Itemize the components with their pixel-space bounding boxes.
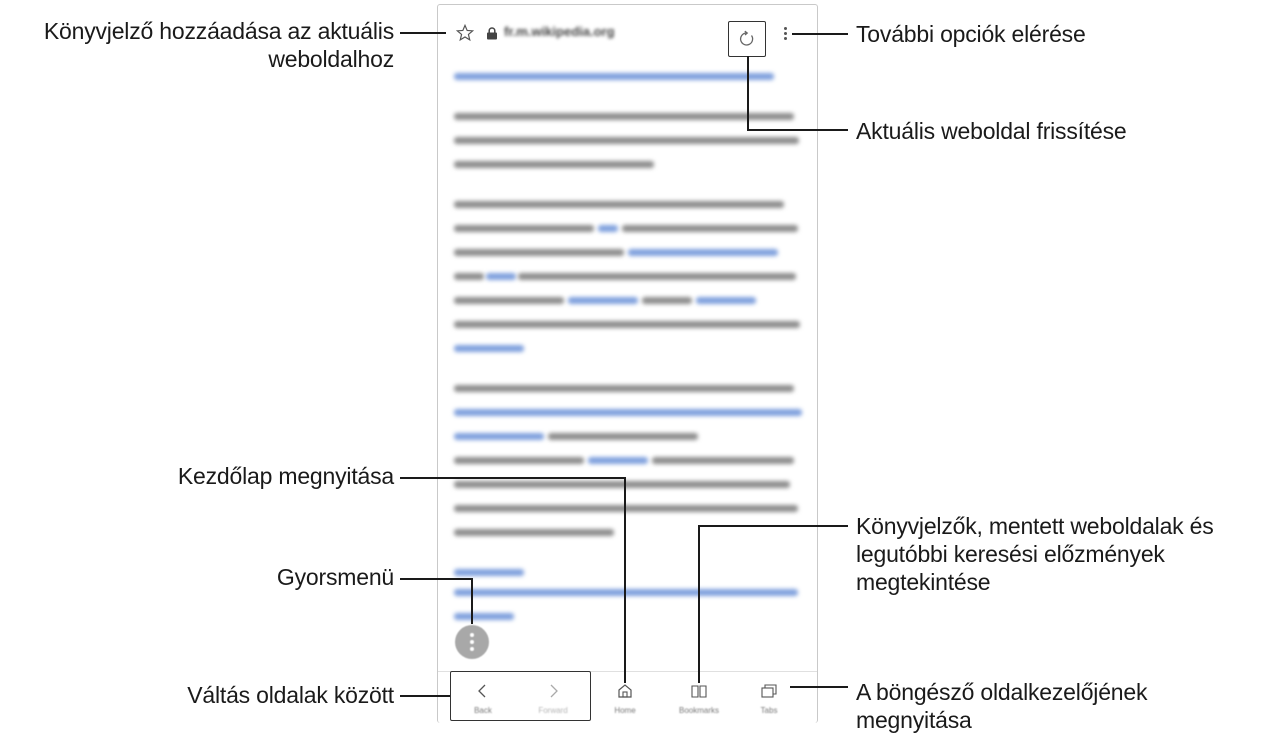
- callout-tab-manager-line2: megnyitása: [856, 707, 972, 733]
- blurred-link-line: [628, 249, 778, 256]
- callout-bookmark-add-line2: weboldalhoz: [268, 46, 394, 72]
- blurred-link-line: [696, 297, 756, 304]
- tabs-icon: [761, 684, 777, 698]
- refresh-icon: [740, 30, 754, 46]
- leader-line-switch-pages: [400, 695, 450, 697]
- callout-bookmarks: Könyvjelzők, mentett weboldalak és legut…: [856, 512, 1214, 596]
- callout-bookmarks-line3: megtekintése: [856, 569, 991, 595]
- blurred-text-line: [454, 249, 624, 256]
- url-text[interactable]: fr.m.wikipedia.org: [504, 24, 615, 39]
- blurred-link-line: [454, 433, 544, 440]
- blurred-text-line: [518, 273, 796, 280]
- blurred-text-line: [454, 297, 564, 304]
- callout-bookmarks-line1: Könyvjelzők, mentett weboldalak és: [856, 513, 1214, 539]
- blurred-link-line: [454, 345, 524, 352]
- leader-line-bookmark-add: [400, 32, 446, 34]
- browser-screen: fr.m.wikipedia.org Back Forward Home Boo…: [437, 4, 818, 723]
- blurred-text-line: [454, 529, 614, 536]
- bookmarks-icon: [691, 685, 707, 698]
- blurred-text-line: [454, 321, 800, 328]
- star-bookmark-icon[interactable]: [456, 24, 474, 42]
- leader-line-tab-manager: [790, 686, 848, 688]
- leader-line-bookmarks-vertical: [698, 525, 700, 683]
- callout-switch-pages: Váltás oldalak között: [187, 682, 394, 708]
- back-forward-highlight: [450, 671, 591, 721]
- bookmarks-label: Bookmarks: [678, 706, 719, 715]
- blurred-text-line: [454, 161, 654, 168]
- blurred-link-line: [454, 613, 514, 620]
- lock-icon: [487, 27, 497, 40]
- leader-line-home-vertical: [624, 477, 626, 683]
- callout-home: Kezdőlap megnyitása: [177, 463, 394, 489]
- blurred-text-line: [454, 273, 484, 280]
- callout-quick-menu: Gyorsmenü: [276, 564, 394, 590]
- blurred-link-line: [454, 569, 524, 576]
- callout-bookmark-add-line1: Könyvjelző hozzáadása az aktuális: [43, 18, 394, 44]
- blurred-link-line: [588, 457, 648, 464]
- leader-line-more-options: [792, 33, 848, 35]
- blurred-link-line: [486, 273, 516, 280]
- leader-line-refresh-vertical: [747, 56, 749, 130]
- more-options-icon[interactable]: [780, 25, 790, 45]
- blurred-text-line: [454, 505, 798, 512]
- blurred-text-line: [454, 481, 790, 488]
- blurred-text-line: [548, 433, 698, 440]
- tabs-button[interactable]: Tabs: [734, 672, 804, 723]
- home-icon: [618, 684, 632, 698]
- blurred-text-line: [454, 385, 794, 392]
- blurred-link-line: [568, 297, 638, 304]
- blurred-text-line: [454, 137, 799, 144]
- blurred-text-line: [622, 225, 798, 232]
- blurred-link-line: [454, 589, 798, 596]
- quick-menu-button[interactable]: [455, 625, 489, 659]
- leader-line-bookmarks-horizontal: [698, 525, 848, 527]
- callout-tab-manager-line1: A böngésző oldalkezelőjének: [856, 679, 1148, 705]
- leader-line-refresh-horizontal: [747, 129, 848, 131]
- callout-more-options: További opciók elérése: [856, 21, 1086, 47]
- blurred-text-line: [642, 297, 692, 304]
- callout-bookmark-add: Könyvjelző hozzáadása az aktuális webold…: [44, 17, 394, 73]
- blurred-text-line: [454, 225, 594, 232]
- blurred-text-line: [652, 457, 794, 464]
- leader-line-quick-menu-vertical: [471, 578, 473, 624]
- tabs-label: Tabs: [760, 706, 778, 715]
- blurred-link-line: [598, 225, 618, 232]
- refresh-button[interactable]: [728, 21, 766, 57]
- leader-line-home-horizontal: [400, 477, 625, 479]
- blurred-link-line: [454, 409, 802, 416]
- page-content-blurred: [452, 63, 804, 663]
- callout-tab-manager: A böngésző oldalkezelőjének megnyitása: [856, 678, 1147, 734]
- blurred-text-line: [454, 113, 794, 120]
- callout-refresh: Aktuális weboldal frissítése: [856, 118, 1127, 144]
- address-bar: fr.m.wikipedia.org: [438, 5, 817, 61]
- blurred-text-line: [454, 457, 584, 464]
- leader-line-quick-menu-horizontal: [400, 578, 472, 580]
- home-label: Home: [614, 706, 636, 715]
- blurred-text-line: [454, 201, 784, 208]
- blurred-link-line: [454, 73, 774, 80]
- callout-bookmarks-line2: legutóbbi keresési előzmények: [856, 541, 1165, 567]
